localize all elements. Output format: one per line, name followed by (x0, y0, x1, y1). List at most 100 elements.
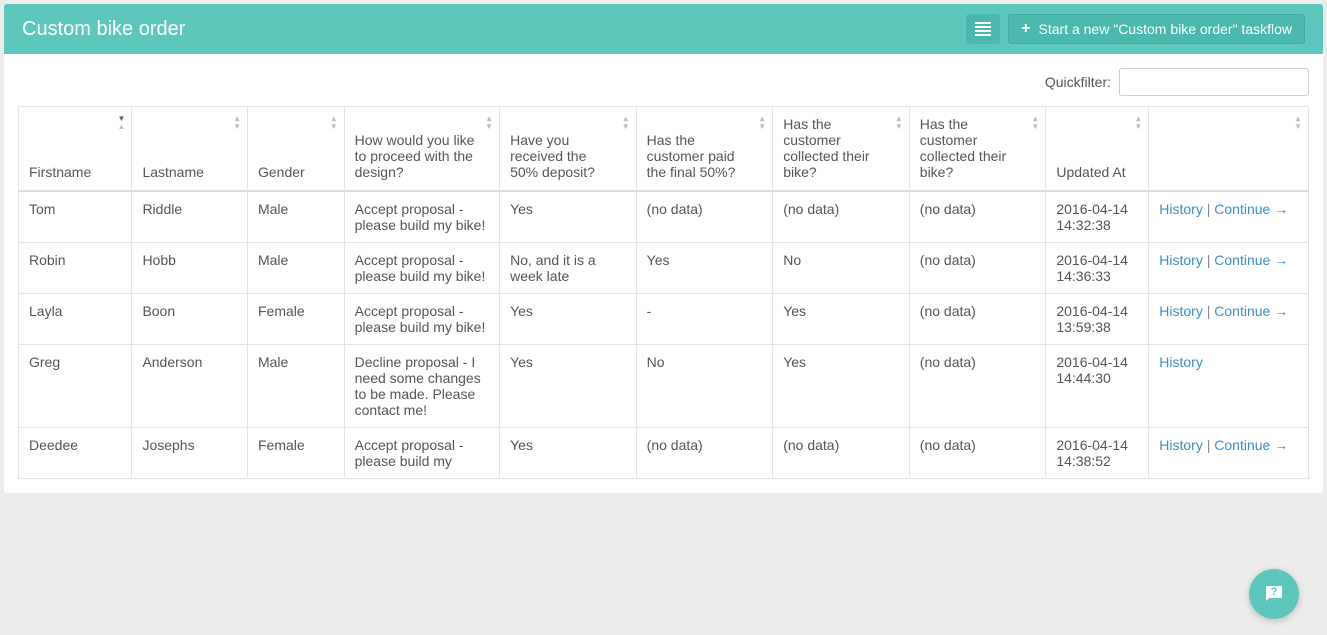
cell-updated: 2016-04-14 13:59:38 (1046, 294, 1149, 345)
col-lastname[interactable]: Lastname (132, 107, 248, 192)
quickfilter-input[interactable] (1119, 68, 1309, 96)
cell-final50: - (636, 294, 773, 345)
col-label: Has the customer collected their bike? (783, 116, 869, 180)
cell-gender: Male (247, 345, 344, 428)
sort-icon (330, 115, 338, 131)
col-label: Has the customer paid the final 50%? (647, 132, 736, 180)
table-row: DeedeeJosephsFemaleAccept proposal - ple… (19, 428, 1309, 479)
cell-proceed: Decline proposal - I need some changes t… (344, 345, 499, 428)
start-taskflow-button[interactable]: + Start a new "Custom bike order" taskfl… (1008, 14, 1305, 44)
col-updated[interactable]: Updated At (1046, 107, 1149, 192)
cell-collected2: (no data) (909, 243, 1046, 294)
cell-actions: History (1149, 345, 1309, 428)
cell-final50: Yes (636, 243, 773, 294)
table-header-row: Firstname Lastname Gender How would you … (19, 107, 1309, 192)
sort-icon (895, 115, 903, 131)
cell-actions: History | Continue → (1149, 243, 1309, 294)
cell-deposit: Yes (500, 191, 637, 243)
continue-link[interactable]: Continue → (1214, 252, 1288, 268)
col-label: Gender (258, 164, 305, 180)
cell-proceed: Accept proposal - please build my bike! (344, 191, 499, 243)
cell-lastname: Riddle (132, 191, 248, 243)
cell-proceed: Accept proposal - please build my (344, 428, 499, 479)
orders-table: Firstname Lastname Gender How would you … (18, 106, 1309, 479)
col-label: Updated At (1056, 164, 1125, 180)
history-link[interactable]: History (1159, 354, 1203, 370)
cell-collected2: (no data) (909, 428, 1046, 479)
table-row: GregAndersonMaleDecline proposal - I nee… (19, 345, 1309, 428)
cell-collected1: Yes (773, 345, 910, 428)
cell-collected1: Yes (773, 294, 910, 345)
continue-link[interactable]: Continue → (1214, 437, 1288, 453)
col-label: How would you like to proceed with the d… (355, 132, 475, 180)
cell-final50: (no data) (636, 428, 773, 479)
cell-deposit: Yes (500, 345, 637, 428)
continue-link[interactable]: Continue → (1214, 201, 1288, 217)
cell-firstname: Greg (19, 345, 132, 428)
cell-gender: Male (247, 243, 344, 294)
action-separator: | (1203, 437, 1214, 453)
cell-gender: Female (247, 294, 344, 345)
cell-firstname: Deedee (19, 428, 132, 479)
sort-desc-icon (118, 115, 126, 131)
col-proceed[interactable]: How would you like to proceed with the d… (344, 107, 499, 192)
quickfilter-row: Quickfilter: (18, 68, 1309, 96)
sort-icon (1031, 115, 1039, 131)
sort-icon (622, 115, 630, 131)
cell-updated: 2016-04-14 14:36:33 (1046, 243, 1149, 294)
continue-link[interactable]: Continue → (1214, 303, 1288, 319)
help-chat-icon: ? (1262, 582, 1286, 606)
history-link[interactable]: History (1159, 201, 1203, 217)
table-row: LaylaBoonFemaleAccept proposal - please … (19, 294, 1309, 345)
col-firstname[interactable]: Firstname (19, 107, 132, 192)
svg-text:?: ? (1271, 586, 1278, 598)
table-row: RobinHobbMaleAccept proposal - please bu… (19, 243, 1309, 294)
list-icon (975, 22, 991, 36)
cell-updated: 2016-04-14 14:32:38 (1046, 191, 1149, 243)
sort-icon (758, 115, 766, 131)
header-actions: + Start a new "Custom bike order" taskfl… (966, 14, 1305, 44)
cell-deposit: Yes (500, 294, 637, 345)
col-deposit[interactable]: Have you received the 50% deposit? (500, 107, 637, 192)
col-actions[interactable] (1149, 107, 1309, 192)
col-collected1[interactable]: Has the customer collected their bike? (773, 107, 910, 192)
cell-actions: History | Continue → (1149, 191, 1309, 243)
col-final50[interactable]: Has the customer paid the final 50%? (636, 107, 773, 192)
cell-lastname: Josephs (132, 428, 248, 479)
cell-gender: Male (247, 191, 344, 243)
cell-firstname: Layla (19, 294, 132, 345)
cell-gender: Female (247, 428, 344, 479)
col-label: Firstname (29, 164, 91, 180)
sort-icon (485, 115, 493, 131)
cell-final50: No (636, 345, 773, 428)
sort-icon (1294, 115, 1302, 131)
action-separator: | (1203, 252, 1214, 268)
action-separator: | (1203, 303, 1214, 319)
cell-proceed: Accept proposal - please build my bike! (344, 294, 499, 345)
history-link[interactable]: History (1159, 303, 1203, 319)
history-link[interactable]: History (1159, 437, 1203, 453)
cell-deposit: No, and it is a week late (500, 243, 637, 294)
action-separator: | (1203, 201, 1214, 217)
cell-updated: 2016-04-14 14:38:52 (1046, 428, 1149, 479)
panel: Custom bike order + Start a new "Custom … (4, 4, 1323, 493)
cell-lastname: Boon (132, 294, 248, 345)
plus-icon: + (1021, 21, 1030, 37)
help-button[interactable]: ? (1249, 569, 1299, 619)
table-row: TomRiddleMaleAccept proposal - please bu… (19, 191, 1309, 243)
sort-icon (233, 115, 241, 131)
cell-collected2: (no data) (909, 191, 1046, 243)
col-collected2[interactable]: Has the customer collected their bike? (909, 107, 1046, 192)
cell-lastname: Anderson (132, 345, 248, 428)
list-view-button[interactable] (966, 14, 1000, 44)
history-link[interactable]: History (1159, 252, 1203, 268)
cell-collected2: (no data) (909, 345, 1046, 428)
cell-updated: 2016-04-14 14:44:30 (1046, 345, 1149, 428)
cell-actions: History | Continue → (1149, 428, 1309, 479)
cell-collected1: (no data) (773, 191, 910, 243)
cell-proceed: Accept proposal - please build my bike! (344, 243, 499, 294)
cell-collected1: (no data) (773, 428, 910, 479)
cell-lastname: Hobb (132, 243, 248, 294)
sort-icon (1134, 115, 1142, 131)
col-gender[interactable]: Gender (247, 107, 344, 192)
